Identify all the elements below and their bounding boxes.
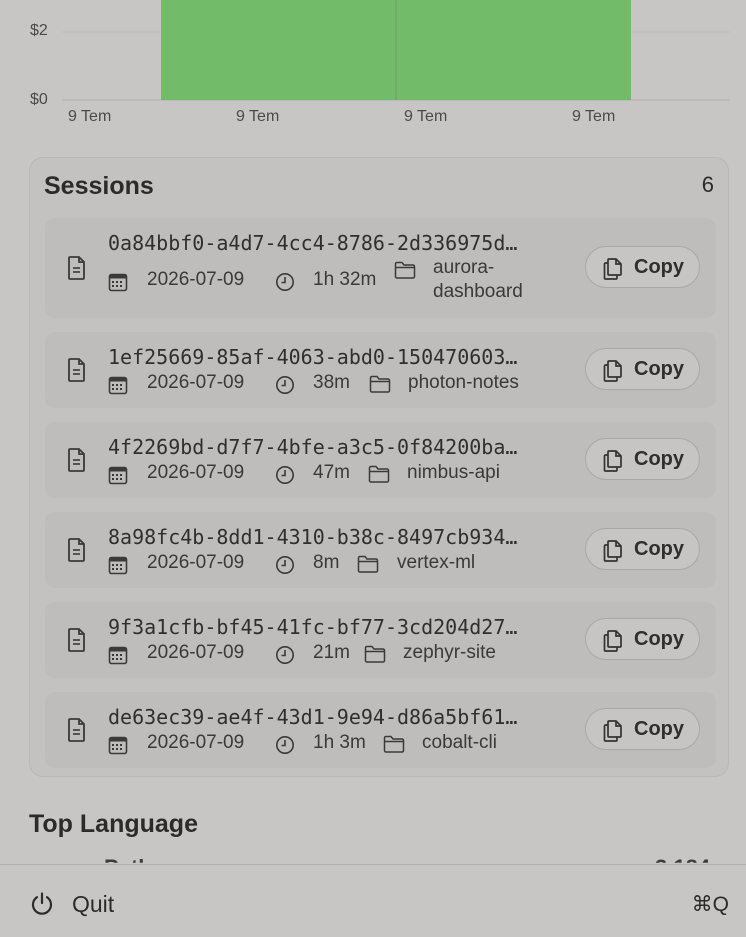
document-icon (68, 628, 85, 652)
sessions-count: 6 (701, 172, 714, 197)
session-meta: 2026-07-09 47m nimbus-api (108, 462, 548, 488)
calendar-icon (108, 736, 128, 755)
folder-icon (394, 261, 416, 279)
y-tick-label: $2 (30, 22, 48, 39)
copy-button-label: Copy (634, 538, 684, 560)
x-tick-label: 9 Tem (68, 108, 112, 125)
session-date: 2026-07-09 (147, 372, 245, 393)
session-duration: 1h 3m (313, 732, 366, 753)
copy-button-label: Copy (634, 628, 684, 650)
folder-icon (357, 555, 379, 573)
session-row[interactable]: de63ec39-ae4f-43d1-9e94-d86a5bf61… 2026-… (45, 692, 716, 768)
session-row[interactable]: 8a98fc4b-8dd1-4310-b38c-8497cb934… 2026-… (45, 512, 716, 588)
session-date: 2026-07-09 (147, 269, 245, 290)
session-id: 1ef25669-85af-4063-abd0-150470603… (108, 345, 518, 369)
session-meta: 2026-07-09 38m photon-notes (108, 372, 548, 398)
clock-icon (276, 556, 294, 574)
calendar-icon (108, 376, 128, 395)
document-icon (68, 448, 85, 472)
session-project: dashboard (433, 281, 523, 302)
y-tick-label: $0 (30, 91, 48, 108)
session-id: 0a84bbf0-a4d7-4cc4-8786-2d336975d… (108, 231, 518, 255)
copy-button[interactable]: Copy (585, 618, 700, 660)
session-id: 4f2269bd-d7f7-4bfe-a3c5-0f84200ba… (108, 435, 518, 459)
clock-icon (276, 646, 294, 664)
chart-bar (397, 0, 631, 100)
session-project: vertex-ml (397, 552, 476, 573)
session-row[interactable]: 4f2269bd-d7f7-4bfe-a3c5-0f84200ba… 2026-… (45, 422, 716, 498)
session-duration: 21m (313, 642, 350, 663)
calendar-icon (108, 646, 128, 665)
copy-icon (603, 630, 622, 652)
session-row[interactable]: 0a84bbf0-a4d7-4cc4-8786-2d336975d… 2026-… (45, 218, 716, 318)
cost-chart-plot (62, 0, 730, 101)
session-project: zephyr-site (403, 642, 496, 663)
copy-button[interactable]: Copy (585, 528, 700, 570)
session-meta: 2026-07-09 1h 3m cobalt-cli (108, 732, 548, 758)
copy-button-label: Copy (634, 358, 684, 380)
session-date: 2026-07-09 (147, 552, 245, 573)
session-date: 2026-07-09 (147, 732, 245, 753)
copy-icon (603, 258, 622, 280)
session-duration: 38m (313, 372, 350, 393)
session-date: 2026-07-09 (147, 642, 245, 663)
x-tick-label: 9 Tem (236, 108, 280, 125)
clock-icon (276, 273, 294, 291)
session-duration: 8m (313, 552, 340, 573)
session-id: 9f3a1cfb-bf45-41fc-bf77-3cd204d27… (108, 615, 518, 639)
session-project: photon-notes (408, 372, 519, 393)
session-meta: 2026-07-09 8m vertex-ml (108, 552, 548, 578)
quit-shortcut: ⌘Q (691, 893, 729, 916)
power-icon[interactable] (29, 891, 55, 917)
x-tick-label: 9 Tem (572, 108, 616, 125)
document-icon (68, 538, 85, 562)
clock-icon (276, 466, 294, 484)
quit-button[interactable]: Quit (72, 891, 114, 918)
session-id: de63ec39-ae4f-43d1-9e94-d86a5bf61… (108, 705, 518, 729)
document-icon (68, 358, 85, 382)
copy-button[interactable]: Copy (585, 246, 700, 288)
session-project: nimbus-api (407, 462, 500, 483)
folder-icon (368, 465, 390, 483)
session-meta: 2026-07-09 21m zephyr-site (108, 642, 548, 668)
copy-icon (603, 720, 622, 742)
folder-icon (383, 735, 405, 753)
calendar-icon (108, 466, 128, 485)
session-duration: 47m (313, 462, 350, 483)
session-id: 8a98fc4b-8dd1-4310-b38c-8497cb934… (108, 525, 518, 549)
document-icon (68, 256, 85, 280)
chart-bar (161, 0, 395, 100)
session-duration: 1h 32m (313, 269, 377, 290)
copy-button-label: Copy (634, 718, 684, 740)
x-tick-label: 9 Tem (404, 108, 448, 125)
copy-icon (603, 540, 622, 562)
document-icon (68, 718, 85, 742)
copy-button-label: Copy (634, 256, 684, 278)
copy-icon (603, 450, 622, 472)
session-project: aurora- (433, 257, 495, 278)
session-date: 2026-07-09 (147, 462, 245, 483)
footer-bar: Quit ⌘Q (0, 864, 746, 937)
top-language-title: Top Language (29, 810, 198, 838)
copy-button[interactable]: Copy (585, 348, 700, 390)
copy-button-label: Copy (634, 448, 684, 470)
sessions-title: Sessions (44, 172, 154, 200)
session-project: cobalt-cli (422, 732, 497, 753)
cost-chart: $2 $0 9 Tem 9 Tem 9 Tem 9 Tem (0, 0, 746, 140)
session-row[interactable]: 1ef25669-85af-4063-abd0-150470603… 2026-… (45, 332, 716, 408)
folder-icon (369, 375, 391, 393)
calendar-icon (108, 556, 128, 575)
copy-icon (603, 360, 622, 382)
copy-button[interactable]: Copy (585, 708, 700, 750)
copy-button[interactable]: Copy (585, 438, 700, 480)
session-meta: 2026-07-09 1h 32m aurora- dashboard (108, 257, 548, 319)
session-row[interactable]: 9f3a1cfb-bf45-41fc-bf77-3cd204d27… 2026-… (45, 602, 716, 678)
clock-icon (276, 736, 294, 754)
calendar-icon (108, 273, 128, 292)
clock-icon (276, 376, 294, 394)
sessions-card: Sessions 6 0a84bbf0-a4d7-4cc4-8786-2d336… (29, 157, 729, 777)
folder-icon (364, 645, 386, 663)
